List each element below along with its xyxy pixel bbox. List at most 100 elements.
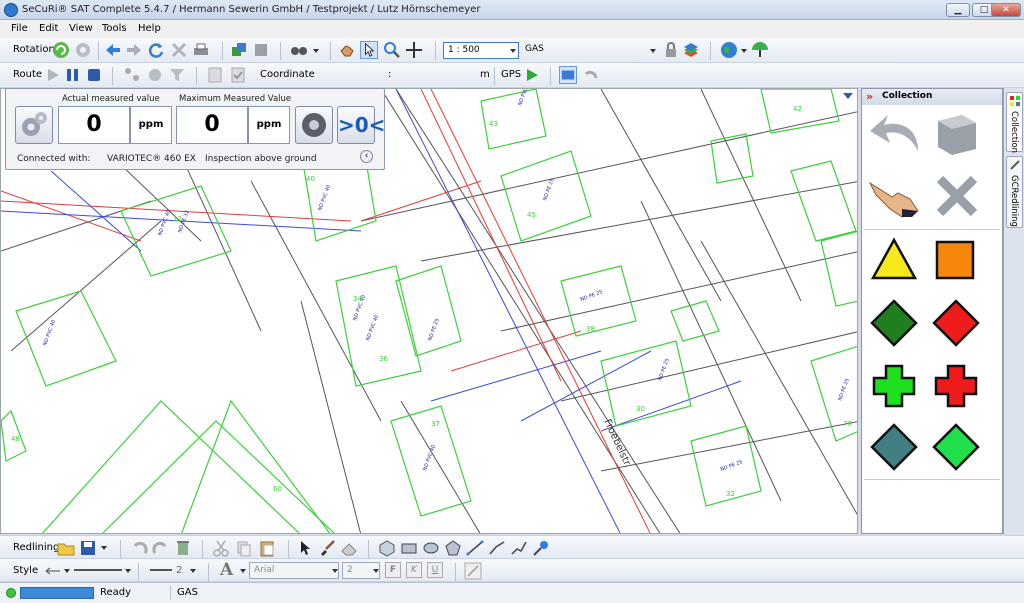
ellipse-icon[interactable] <box>422 539 440 557</box>
menu-tools[interactable]: Tools <box>102 23 127 34</box>
collapse-panel-button[interactable]: ‹ <box>360 150 373 163</box>
eraser-icon[interactable] <box>340 539 358 557</box>
sound-button[interactable] <box>295 106 333 144</box>
undo-arrow-icon[interactable] <box>868 111 922 157</box>
gps-return-icon[interactable] <box>582 66 600 84</box>
route-label: Route <box>13 69 43 80</box>
scale-select[interactable]: 1 : 500 <box>443 42 519 59</box>
reset-max-button[interactable]: >0< <box>337 106 385 144</box>
play-icon[interactable] <box>44 66 62 84</box>
open-folder-icon[interactable] <box>57 539 75 557</box>
polygon-icon[interactable] <box>444 539 462 557</box>
pipe-label: ND PVC 40 <box>517 89 532 107</box>
molecule-icon[interactable] <box>123 66 141 84</box>
document-check-icon[interactable] <box>229 66 247 84</box>
house-number: 36 <box>379 355 388 363</box>
back-arrow-icon[interactable] <box>104 41 122 59</box>
layers-icon[interactable] <box>230 41 248 59</box>
tab-collection[interactable]: Collection <box>1006 92 1023 153</box>
document-icon[interactable] <box>206 66 224 84</box>
green-cross-icon[interactable] <box>871 363 917 409</box>
arrow-pointer-icon[interactable] <box>296 539 314 557</box>
copy-icon[interactable] <box>235 539 253 557</box>
house-number: 43 <box>489 120 498 128</box>
line-width-value[interactable]: 2 <box>176 565 182 576</box>
menu-view[interactable]: View <box>69 23 93 34</box>
line-icon[interactable] <box>466 539 484 557</box>
text-style-icon[interactable]: A <box>220 560 233 580</box>
tab-gcredlining[interactable]: GCRedlining <box>1006 156 1023 228</box>
pipe-label: ND PE 25 <box>720 459 744 473</box>
text-transform-icon[interactable] <box>464 562 482 580</box>
binoculars-icon[interactable] <box>290 41 308 59</box>
line-width-preview[interactable] <box>150 569 172 571</box>
redo-icon[interactable] <box>152 539 170 557</box>
italic-button[interactable]: K <box>406 562 422 578</box>
dark-green-diamond-icon[interactable] <box>870 299 918 347</box>
close-button[interactable]: ✕ <box>991 3 1021 17</box>
menu-help[interactable]: Help <box>138 23 161 34</box>
stack-layers-icon[interactable] <box>682 41 700 59</box>
multiline-icon[interactable] <box>510 539 528 557</box>
line-end-arrow-icon[interactable] <box>44 562 62 580</box>
map-options-triangle-icon[interactable] <box>843 93 853 99</box>
coordinate-separator: : <box>388 69 392 80</box>
gray-x-icon[interactable] <box>934 173 980 219</box>
gps-map-icon[interactable] <box>559 66 577 84</box>
collection-header: » Collection <box>862 89 1002 105</box>
zoom-icon[interactable] <box>383 41 401 59</box>
house-number: 32 <box>726 490 735 498</box>
menu-file[interactable]: File <box>11 23 28 34</box>
teal-diamond-icon[interactable] <box>870 423 918 471</box>
minimize-button[interactable]: ▁ <box>946 3 970 17</box>
trash-icon[interactable] <box>174 539 192 557</box>
paste-icon[interactable] <box>258 539 276 557</box>
stop-icon[interactable] <box>85 66 103 84</box>
line-style-preview[interactable] <box>74 569 122 571</box>
delete-icon[interactable] <box>170 41 188 59</box>
red-cross-icon[interactable] <box>933 363 979 409</box>
undo-icon[interactable] <box>130 539 148 557</box>
3d-shape-icon[interactable] <box>378 539 396 557</box>
bold-button[interactable]: F <box>385 562 401 578</box>
refresh-icon[interactable] <box>147 41 165 59</box>
settings-icon[interactable] <box>146 66 164 84</box>
print-icon[interactable] <box>192 41 210 59</box>
side-tab-strip: Collection GCRedlining <box>1003 88 1024 534</box>
rotation-label: Rotation <box>13 44 55 55</box>
font-family-select[interactable]: Arial <box>249 562 339 579</box>
brush-icon[interactable] <box>318 539 336 557</box>
yellow-triangle-icon[interactable] <box>870 237 918 281</box>
cut-icon[interactable] <box>212 539 230 557</box>
red-diamond-icon[interactable] <box>932 299 980 347</box>
save-icon[interactable] <box>79 539 97 557</box>
rotate-green-icon[interactable] <box>52 41 70 59</box>
move-crosshair-icon[interactable] <box>405 41 423 59</box>
pan-hand-icon[interactable] <box>338 41 356 59</box>
window-title: SeCuRi® SAT Complete 5.4.7 / Hermann Sew… <box>22 4 481 15</box>
cube-icon[interactable] <box>252 41 270 59</box>
rectangle-icon[interactable] <box>400 539 418 557</box>
gps-play-icon[interactable] <box>523 66 541 84</box>
menu-edit[interactable]: Edit <box>39 23 58 34</box>
lock-icon[interactable] <box>662 41 680 59</box>
collapse-arrows-icon[interactable]: » <box>866 90 873 103</box>
light-green-diamond-icon[interactable] <box>932 423 980 471</box>
layer-select[interactable]: GAS <box>521 42 659 59</box>
pin-icon[interactable] <box>532 539 550 557</box>
pause-icon[interactable] <box>64 66 82 84</box>
device-settings-button[interactable] <box>15 106 53 144</box>
polyline-icon[interactable] <box>488 539 506 557</box>
orange-square-icon[interactable] <box>934 239 976 281</box>
collection-panel: » Collection <box>861 88 1003 534</box>
underline-button[interactable]: U <box>427 562 443 578</box>
status-layer: GAS <box>177 587 198 598</box>
umbrella-icon[interactable] <box>751 41 769 59</box>
select-pointer-icon[interactable] <box>360 41 378 59</box>
globe-icon[interactable] <box>720 41 738 59</box>
3d-box-icon[interactable] <box>932 111 982 159</box>
hand-pointer-icon[interactable] <box>868 169 922 219</box>
forward-arrow-icon[interactable] <box>125 41 143 59</box>
gear-icon[interactable] <box>74 41 92 59</box>
filter-icon[interactable] <box>168 66 186 84</box>
